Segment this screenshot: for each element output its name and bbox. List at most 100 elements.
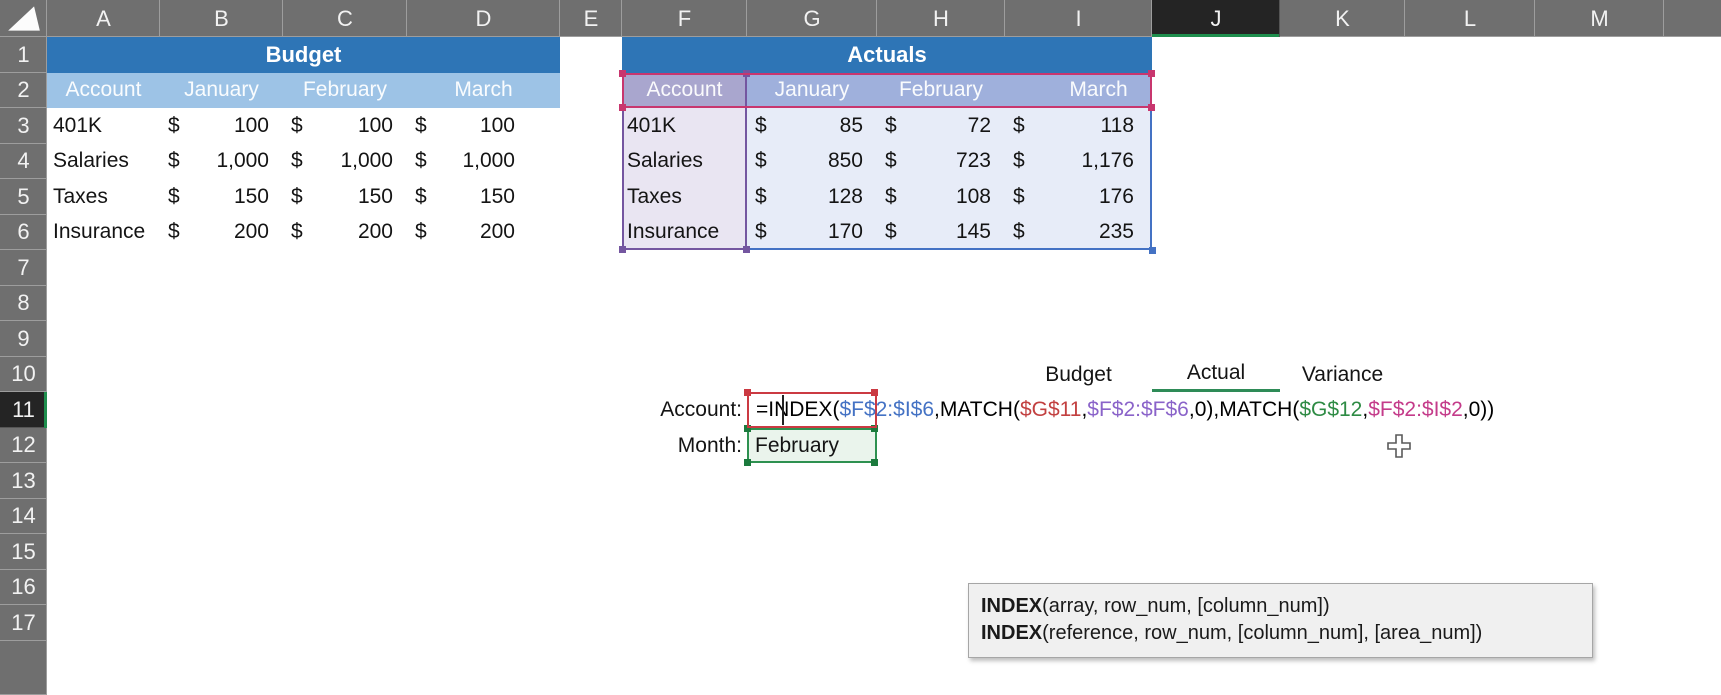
cell-F5[interactable]: Taxes (622, 179, 747, 215)
currency-symbol: $ (1013, 149, 1025, 173)
cell-A5[interactable]: Taxes (53, 179, 160, 215)
row-header-17[interactable]: 17 (0, 605, 47, 641)
cell-C6[interactable]: $200 (283, 215, 407, 251)
formula-segment-2: ,MATCH( (934, 398, 1020, 422)
row-header-7[interactable]: 7 (0, 250, 47, 286)
cell-value: 128 (828, 185, 863, 209)
cell-C4[interactable]: $1,000 (283, 144, 407, 180)
row-header-5[interactable]: 5 (0, 179, 47, 215)
month-value: February (755, 434, 839, 458)
row-header-9[interactable]: 9 (0, 321, 47, 357)
cell-C3[interactable]: $100 (283, 108, 407, 144)
cell-I6[interactable]: $235 (1005, 215, 1152, 251)
cell-H3[interactable]: $72 (877, 108, 1005, 144)
cell-C5[interactable]: $150 (283, 179, 407, 215)
cell-value: 150 (234, 185, 269, 209)
select-all-button[interactable] (0, 0, 47, 37)
row-header-6[interactable]: 6 (0, 215, 47, 251)
row-header-14[interactable]: 14 (0, 499, 47, 535)
cell-B4[interactable]: $1,000 (160, 144, 283, 180)
row-header-2[interactable]: 2 (0, 73, 47, 109)
formula-edit-text[interactable]: =INDEX($F$2:$I$6,MATCH($G$11,$F$2:$F$6,0… (756, 392, 1494, 428)
column-header-H[interactable]: H (877, 0, 1005, 37)
cell-D3[interactable]: $100 (407, 108, 560, 144)
cell-F4[interactable]: Salaries (622, 144, 747, 180)
cell-value: 1,000 (216, 149, 269, 173)
cell-value: 176 (1099, 185, 1134, 209)
cell-G6[interactable]: $170 (747, 215, 877, 251)
column-header-E[interactable]: E (560, 0, 622, 37)
budget-table-title: Budget (47, 37, 560, 73)
cell-D4[interactable]: $1,000 (407, 144, 560, 180)
spreadsheet-app: ABCDEFGHIJKLMN1234567891011121314151617B… (0, 0, 1721, 695)
cell-value: 200 (234, 220, 269, 244)
select-all-triangle-icon (6, 4, 42, 33)
cell-A6[interactable]: Insurance (53, 215, 160, 251)
cell-I4[interactable]: $1,176 (1005, 144, 1152, 180)
cell-value: 150 (480, 185, 515, 209)
cell-G4[interactable]: $850 (747, 144, 877, 180)
cell-G5[interactable]: $128 (747, 179, 877, 215)
cell-F3[interactable]: 401K (622, 108, 747, 144)
cell-H4[interactable]: $723 (877, 144, 1005, 180)
column-header-B[interactable]: B (160, 0, 283, 37)
row-header-11[interactable]: 11 (0, 392, 47, 428)
cell-D6[interactable]: $200 (407, 215, 560, 251)
cell-I3[interactable]: $118 (1005, 108, 1152, 144)
formula-segment-10: ,0)) (1463, 398, 1495, 422)
cell-H6[interactable]: $145 (877, 215, 1005, 251)
column-header-M[interactable]: M (1535, 0, 1664, 37)
cell-F6[interactable]: Insurance (622, 215, 747, 251)
cell-value: 723 (956, 149, 991, 173)
function-tooltip: INDEX(array, row_num, [column_num]) INDE… (968, 583, 1593, 658)
currency-symbol: $ (415, 185, 427, 209)
summary-budget-header[interactable]: Budget (1005, 357, 1152, 392)
column-header-D[interactable]: D (407, 0, 560, 37)
column-header-I[interactable]: I (1005, 0, 1152, 37)
formula-segment-3: $G$11 (1020, 398, 1082, 422)
summary-actual-header[interactable]: Actual (1152, 357, 1280, 392)
column-header-C[interactable]: C (283, 0, 407, 37)
cell-A4[interactable]: Salaries (53, 144, 160, 180)
row-header-partial[interactable] (0, 641, 47, 695)
row-header-8[interactable]: 8 (0, 286, 47, 322)
row-header-3[interactable]: 3 (0, 108, 47, 144)
currency-symbol: $ (168, 114, 180, 138)
row-header-1[interactable]: 1 (0, 37, 47, 73)
green-handle-bl (744, 459, 751, 466)
cell-G3[interactable]: $85 (747, 108, 877, 144)
actuals-table-title: Actuals (622, 37, 1152, 73)
currency-symbol: $ (755, 185, 767, 209)
cell-value: 145 (956, 220, 991, 244)
cell-A3[interactable]: 401K (53, 108, 160, 144)
green-handle-tl (744, 425, 751, 432)
row-header-15[interactable]: 15 (0, 534, 47, 570)
row-header-13[interactable]: 13 (0, 463, 47, 499)
formula-segment-7: $G$12 (1299, 398, 1362, 422)
cell-value: 1,000 (462, 149, 515, 173)
column-header-L[interactable]: L (1405, 0, 1535, 37)
row-header-10[interactable]: 10 (0, 357, 47, 393)
row-header-4[interactable]: 4 (0, 144, 47, 180)
month-value-cell[interactable]: February (747, 428, 877, 463)
cell-D5[interactable]: $150 (407, 179, 560, 215)
cell-B5[interactable]: $150 (160, 179, 283, 215)
column-header-N[interactable]: N (1664, 0, 1721, 37)
blue-handle-br (1149, 247, 1156, 254)
row-header-12[interactable]: 12 (0, 428, 47, 464)
cell-I5[interactable]: $176 (1005, 179, 1152, 215)
red-handle-tl (744, 389, 751, 396)
column-header-G[interactable]: G (747, 0, 877, 37)
cell-B6[interactable]: $200 (160, 215, 283, 251)
summary-variance-header[interactable]: Variance (1280, 357, 1405, 392)
column-header-K[interactable]: K (1280, 0, 1405, 37)
column-header-J[interactable]: J (1152, 0, 1280, 37)
column-header-F[interactable]: F (622, 0, 747, 37)
column-header-A[interactable]: A (47, 0, 160, 37)
cell-B3[interactable]: $100 (160, 108, 283, 144)
row-header-16[interactable]: 16 (0, 570, 47, 606)
currency-symbol: $ (291, 149, 303, 173)
actuals-header-february: February (877, 73, 1005, 109)
pink-handle-tl (619, 70, 626, 77)
cell-H5[interactable]: $108 (877, 179, 1005, 215)
